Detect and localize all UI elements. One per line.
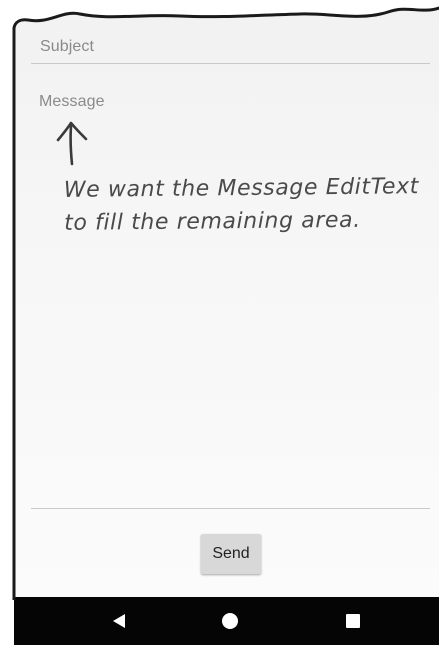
home-button[interactable] xyxy=(200,597,260,645)
navigation-bar xyxy=(14,597,439,645)
subject-underline xyxy=(31,63,430,64)
recents-button[interactable] xyxy=(323,597,383,645)
recents-square-icon xyxy=(346,614,360,628)
back-button[interactable] xyxy=(89,597,149,645)
annotation-line-2: to fill the remaining area. xyxy=(64,207,361,236)
annotation-line-1: We want the Message EditText xyxy=(63,174,420,203)
annotation-note: We want the Message EditText to fill the… xyxy=(64,170,425,240)
stage: Subject Message We want the Message Edit… xyxy=(0,0,439,645)
annotation-arrow-icon xyxy=(56,121,88,166)
back-triangle-icon xyxy=(113,614,125,628)
message-underline xyxy=(31,508,430,509)
send-button[interactable]: Send xyxy=(201,534,261,574)
message-placeholder: Message xyxy=(39,93,105,110)
subject-placeholder: Subject xyxy=(40,38,95,55)
home-circle-icon xyxy=(222,613,238,629)
